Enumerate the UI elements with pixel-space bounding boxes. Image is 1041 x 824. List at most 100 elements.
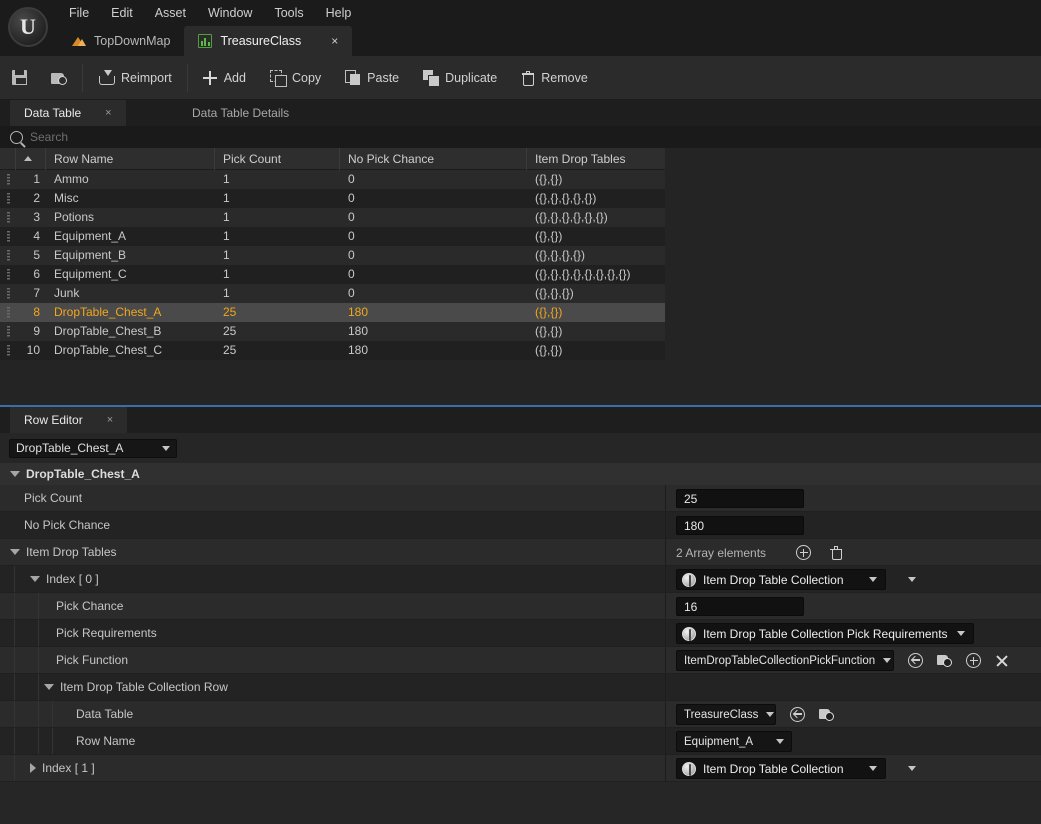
row-drag-handle-icon[interactable] xyxy=(0,246,16,265)
search-input[interactable]: Search xyxy=(30,130,68,144)
row-drag-handle-icon[interactable] xyxy=(0,341,16,360)
expand-triangle-icon[interactable] xyxy=(30,576,40,582)
tab-data-table-details[interactable]: Data Table Details xyxy=(178,100,303,126)
indent-guide xyxy=(14,728,15,754)
table-row[interactable]: 5 Equipment_B 1 0 ({},{},{},{}) xyxy=(0,246,665,265)
table-row[interactable]: 2 Misc 1 0 ({},{},{},{},{}) xyxy=(0,189,665,208)
expand-triangle-icon[interactable] xyxy=(44,684,54,690)
pick-count-cell: 1 xyxy=(223,210,230,224)
paste-label: Paste xyxy=(367,70,400,85)
grid-header-pick-count[interactable]: Pick Count xyxy=(215,148,340,170)
row-editor-root-category[interactable]: DropTable_Chest_A xyxy=(0,463,1041,485)
item-drop-tables-cell: ({},{}) xyxy=(535,229,563,243)
indent-guide xyxy=(14,566,15,592)
menu-tools[interactable]: Tools xyxy=(263,0,314,26)
copy-button[interactable]: Copy xyxy=(258,58,333,98)
table-row[interactable]: 4 Equipment_A 1 0 ({},{}) xyxy=(0,227,665,246)
no-pick-chance-cell: 180 xyxy=(348,324,369,338)
browse-button[interactable] xyxy=(39,58,79,98)
tab-row-editor[interactable]: Row Editor × xyxy=(10,407,128,433)
table-row[interactable]: 7 Junk 1 0 ({},{},{}) xyxy=(0,284,665,303)
row-drag-handle-icon[interactable] xyxy=(0,284,16,303)
drag-dots-icon xyxy=(6,307,10,318)
new-asset-icon[interactable] xyxy=(966,653,981,668)
row-drag-handle-icon[interactable] xyxy=(0,322,16,341)
expand-triangle-icon[interactable] xyxy=(10,471,20,477)
document-tab-close-icon[interactable]: × xyxy=(331,35,338,47)
tab-close-icon[interactable]: × xyxy=(107,414,113,426)
drag-dots-icon xyxy=(6,250,10,261)
row-selector-dropdown[interactable]: DropTable_Chest_A xyxy=(9,438,177,458)
clear-asset-icon[interactable] xyxy=(995,654,1009,668)
indent-guide xyxy=(52,728,53,754)
pick-requirements-dropdown[interactable]: Item Drop Table Collection Pick Requirem… xyxy=(676,623,974,644)
add-button[interactable]: Add xyxy=(191,58,258,98)
row-index: 7 xyxy=(33,286,40,300)
table-row[interactable]: 1 Ammo 1 0 ({},{}) xyxy=(0,170,665,189)
map-icon xyxy=(72,34,86,48)
value-splitter xyxy=(665,512,666,539)
reimport-button[interactable]: Reimport xyxy=(86,58,184,98)
browse-content-icon[interactable] xyxy=(819,708,834,721)
value-splitter xyxy=(665,728,666,755)
title-bar: U File Edit Asset Window Tools Help TopD… xyxy=(0,0,1041,56)
clear-array-icon[interactable] xyxy=(830,546,843,560)
document-tab-treasureclass[interactable]: TreasureClass × xyxy=(184,26,353,56)
paste-button[interactable]: Paste xyxy=(333,58,411,98)
pick-chance-input[interactable]: 16 xyxy=(676,597,804,616)
save-button[interactable] xyxy=(0,58,39,98)
unreal-engine-logo[interactable]: U xyxy=(8,7,48,47)
data-table-asset-picker[interactable]: TreasureClass xyxy=(676,704,776,725)
table-row[interactable]: 10 DropTable_Chest_C 25 180 ({},{}) xyxy=(0,341,665,360)
menu-edit[interactable]: Edit xyxy=(100,0,144,26)
drag-dots-icon xyxy=(6,212,10,223)
table-row[interactable]: 6 Equipment_C 1 0 ({},{},{},{},{},{},{},{}) xyxy=(0,265,665,284)
grid-header-item-drop-tables[interactable]: Item Drop Tables xyxy=(527,148,665,170)
tab-close-icon[interactable]: × xyxy=(105,107,111,119)
table-row[interactable]: 9 DropTable_Chest_B 25 180 ({},{}) xyxy=(0,322,665,341)
no-pick-chance-cell: 0 xyxy=(348,172,355,186)
row-drag-handle-icon[interactable] xyxy=(0,189,16,208)
row-drag-handle-icon[interactable] xyxy=(0,227,16,246)
property-row-pick-chance: Pick Chance 16 xyxy=(0,593,1041,620)
row-name-dropdown[interactable]: Equipment_A xyxy=(676,731,792,752)
grid-header-no-pick-chance[interactable]: No Pick Chance xyxy=(340,148,527,170)
duplicate-icon: + xyxy=(423,70,441,87)
grid-header-sort-indicator[interactable] xyxy=(16,148,46,170)
no-pick-chance-input[interactable]: 180 xyxy=(676,516,804,535)
remove-button[interactable]: Remove xyxy=(509,58,600,98)
document-tab-topdownmap[interactable]: TopDownMap xyxy=(58,26,184,56)
index-1-options-chevron-icon[interactable] xyxy=(908,766,916,771)
indent-guide xyxy=(14,701,15,727)
table-row[interactable]: 3 Potions 1 0 ({},{},{},{},{},{}) xyxy=(0,208,665,227)
collapse-triangle-icon[interactable] xyxy=(30,763,36,773)
indent-guide xyxy=(52,701,53,727)
property-row-data-table: Data Table TreasureClass xyxy=(0,701,1041,728)
pick-function-asset-picker[interactable]: ItemDropTableCollectionPickFunction xyxy=(676,650,894,671)
row-drag-handle-icon[interactable] xyxy=(0,170,16,189)
paste-icon xyxy=(345,70,361,85)
pick-count-input[interactable]: 25 xyxy=(676,489,804,508)
row-drag-handle-icon[interactable] xyxy=(0,265,16,284)
tab-data-table[interactable]: Data Table × xyxy=(10,100,126,126)
menu-asset[interactable]: Asset xyxy=(144,0,197,26)
browse-to-asset-icon[interactable] xyxy=(908,653,923,668)
menu-file[interactable]: File xyxy=(58,0,100,26)
add-array-element-icon[interactable] xyxy=(796,545,812,560)
row-index: 1 xyxy=(33,172,40,186)
row-drag-handle-icon[interactable] xyxy=(0,208,16,227)
table-row[interactable]: 8 DropTable_Chest_A 25 180 ({},{}) xyxy=(0,303,665,322)
expand-triangle-icon[interactable] xyxy=(10,549,20,555)
menu-help[interactable]: Help xyxy=(315,0,363,26)
add-label: Add xyxy=(223,70,246,85)
browse-to-asset-icon[interactable] xyxy=(790,707,805,722)
duplicate-button[interactable]: + Duplicate xyxy=(411,58,509,98)
menu-window[interactable]: Window xyxy=(197,0,263,26)
index-0-options-chevron-icon[interactable] xyxy=(908,577,916,582)
browse-content-icon[interactable] xyxy=(937,654,952,667)
index-1-type-dropdown[interactable]: Item Drop Table Collection xyxy=(676,758,886,779)
index-0-type-dropdown[interactable]: Item Drop Table Collection xyxy=(676,569,886,590)
row-drag-handle-icon[interactable] xyxy=(0,303,16,322)
grid-header-row-name[interactable]: Row Name xyxy=(46,148,215,170)
search-bar[interactable]: Search xyxy=(0,126,1041,148)
